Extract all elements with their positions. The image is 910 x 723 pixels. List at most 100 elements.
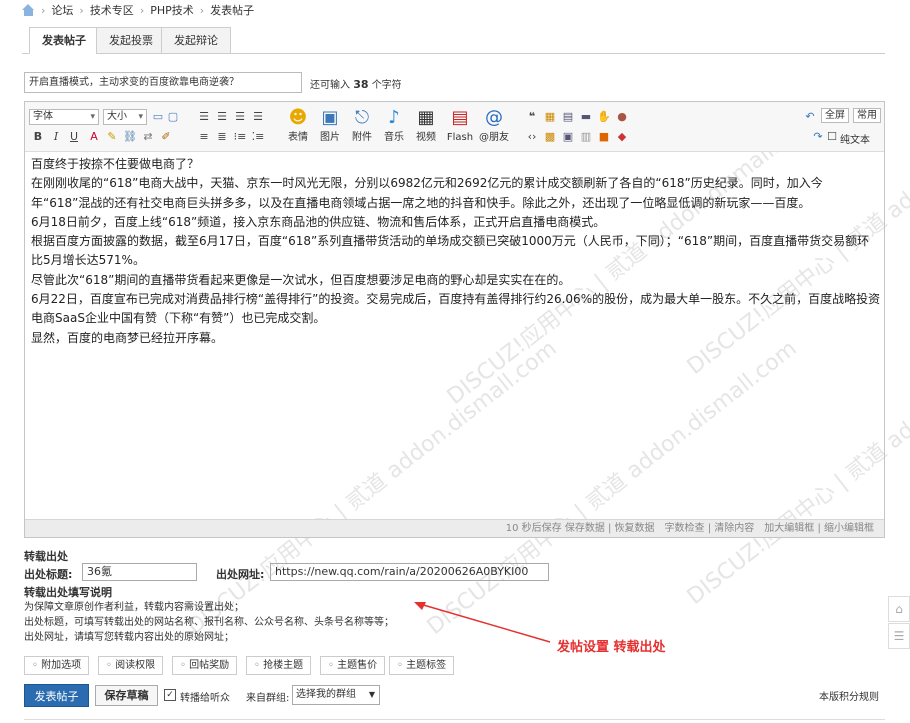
source-help-line: 出处网址，请填写您转载内容出处的原始网址；: [24, 632, 234, 643]
at-icon: @: [485, 107, 503, 128]
annotation-arrow: [414, 602, 551, 643]
video-icon: ▦: [417, 107, 435, 128]
source-heading: 转载出处: [24, 550, 68, 563]
list-icon[interactable]: ☰: [888, 623, 910, 649]
list-outdent-icon[interactable]: ≣: [215, 130, 229, 143]
index-icon[interactable]: ▥: [579, 130, 593, 143]
undo-icon[interactable]: ↶: [803, 110, 817, 123]
image-icon: ▣: [321, 107, 339, 128]
music-icon: ♪: [388, 107, 400, 128]
image-button[interactable]: ▣ 图片: [315, 106, 345, 144]
unordered-list-icon[interactable]: ⁚≡: [251, 130, 265, 143]
option-extra[interactable]: 附加选项: [24, 656, 90, 675]
breadcrumb-php[interactable]: PHP技术: [150, 2, 194, 18]
clear-format-icon[interactable]: ✐: [159, 130, 173, 143]
save-draft-button[interactable]: 保存草稿: [95, 685, 158, 706]
bold-icon[interactable]: B: [31, 130, 45, 143]
source-url-label: 出处网址:: [216, 568, 265, 581]
ordered-list-icon[interactable]: ⁝≡: [233, 130, 247, 143]
table-icon[interactable]: ▤: [561, 110, 575, 123]
title-input[interactable]: 开启直播模式，主动求变的百度欲靠电商逆袭？: [24, 72, 302, 93]
size-select[interactable]: 大小: [103, 109, 147, 125]
float-icon[interactable]: ◆: [615, 130, 629, 143]
emoji-button[interactable]: ☻ 表情: [283, 106, 313, 144]
option-reply-reward[interactable]: 回帖奖励: [172, 656, 238, 675]
back-color-icon[interactable]: ▢: [166, 110, 180, 123]
rules-link[interactable]: 本版积分规则: [819, 688, 879, 703]
paperclip-icon: ⎋: [354, 107, 370, 128]
notify-checkbox[interactable]: ✓: [164, 689, 176, 701]
brush-icon[interactable]: ✎: [105, 130, 119, 143]
content-paragraph: 6月22日，百度宣布已完成对消费品排行榜“盖得排行”的投资。交易完成后，百度持有…: [31, 292, 881, 326]
plain-text-label: 纯文本: [840, 135, 870, 146]
align-center-icon[interactable]: ☰: [215, 110, 229, 123]
password-icon[interactable]: ▩: [543, 130, 557, 143]
font-select[interactable]: 字体: [29, 109, 99, 125]
fullscreen-button[interactable]: 全屏: [821, 108, 849, 123]
editor: 字体 大小 ▭ ▢ ☰ ☰ ☰ ☰ B I U A ✎ ⛓ ⇄ ✐ ≡ ≣ ⁝≡…: [24, 101, 885, 538]
music-button[interactable]: ♪ 音乐: [379, 106, 409, 144]
flash-button[interactable]: ▤ Flash: [445, 106, 475, 144]
hide-icon[interactable]: ●: [615, 110, 629, 123]
content-paragraph: 尽管此次“618”期间的直播带货看起来更像是一次试水，但百度想要涉足电商的野心却…: [31, 272, 571, 287]
char-count: 还可输入 38 个字符: [310, 78, 402, 91]
hr-icon[interactable]: ▬: [579, 110, 593, 123]
tab-poll[interactable]: 发起投票: [96, 27, 166, 54]
editor-toolbar: 字体 大小 ▭ ▢ ☰ ☰ ☰ ☰ B I U A ✎ ⛓ ⇄ ✐ ≡ ≣ ⁝≡…: [25, 102, 884, 152]
tab-post[interactable]: 发表帖子: [29, 27, 99, 54]
text-color-icon[interactable]: A: [87, 130, 101, 143]
align-left-icon[interactable]: ☰: [197, 110, 211, 123]
editor-status-bar[interactable]: 10 秒后保存 保存数据 | 恢复数据 字数检查 | 清除内容 加大编辑框 | …: [25, 519, 884, 537]
post-type-tabs: 发表帖子 发起投票 发起辩论: [22, 27, 885, 54]
source-help-heading: 转载出处填写说明: [24, 586, 112, 599]
redo-icon[interactable]: ↷: [811, 130, 825, 143]
align-justify-icon[interactable]: ☰: [251, 110, 265, 123]
breadcrumb-forum[interactable]: 论坛: [51, 2, 73, 18]
unlink-icon[interactable]: ⇄: [141, 130, 155, 143]
content-paragraph: 百度终于按捺不住要做电商了？: [31, 157, 200, 171]
common-button[interactable]: 常用: [853, 108, 881, 123]
quote-icon[interactable]: ❝: [525, 110, 539, 123]
submit-button[interactable]: 发表帖子: [24, 684, 89, 707]
option-read-perm[interactable]: 阅读权限: [98, 656, 164, 675]
link-icon[interactable]: ⛓: [123, 130, 137, 143]
content-paragraph: 6月18日前夕，百度上线“618”频道，接入京东商品池的供应链、物流和售后体系，…: [31, 214, 606, 229]
free-icon[interactable]: ✋: [597, 110, 611, 123]
option-price[interactable]: 主题售价: [320, 656, 386, 675]
editor-content[interactable]: 百度终于按捺不住要做电商了？ 在刚刚收尾的“618”电商大战中，天猫、京东一时风…: [31, 155, 881, 348]
page-icon[interactable]: ▣: [561, 130, 575, 143]
source-title-input[interactable]: 36氪: [82, 563, 197, 581]
breadcrumb-tech[interactable]: 技术专区: [90, 2, 134, 18]
list-indent-icon[interactable]: ≡: [197, 130, 211, 143]
notify-label: 转播给听众: [180, 693, 230, 704]
bg-icon[interactable]: ■: [597, 130, 611, 143]
mention-button[interactable]: @ @朋友: [479, 106, 509, 144]
attachment-button[interactable]: ⎋ 附件: [347, 106, 377, 144]
back-to-top-icon[interactable]: ⌂: [888, 596, 910, 622]
plain-text-checkbox[interactable]: ☐: [825, 130, 839, 143]
divider: [24, 719, 885, 720]
group-select[interactable]: 选择我的群组: [292, 685, 380, 705]
home-icon[interactable]: [22, 4, 35, 16]
fore-color-icon[interactable]: ▭: [151, 110, 165, 123]
option-rob-floor[interactable]: 抢楼主题: [246, 656, 312, 675]
group-label: 来自群组:: [246, 693, 290, 704]
annotation-label: 发帖设置 转载出处: [557, 640, 666, 655]
breadcrumb: › 论坛 › 技术专区 › PHP技术 › 发表帖子: [22, 2, 254, 18]
breadcrumb-current: 发表帖子: [210, 4, 255, 17]
content-paragraph: 显然，百度的电商梦已经拉开序幕。: [31, 330, 224, 345]
italic-icon[interactable]: I: [49, 130, 63, 143]
flash-icon: ▤: [451, 107, 469, 128]
underline-icon[interactable]: U: [67, 130, 81, 143]
option-tags[interactable]: 主题标签: [389, 656, 455, 675]
source-url-input[interactable]: https://new.qq.com/rain/a/20200626A0BYKI…: [270, 563, 549, 581]
align-right-icon[interactable]: ☰: [233, 110, 247, 123]
code-icon[interactable]: ‹›: [525, 130, 539, 143]
tab-debate[interactable]: 发起辩论: [161, 27, 231, 54]
emoji-icon: ☻: [288, 107, 308, 128]
video-button[interactable]: ▦ 视频: [411, 106, 441, 144]
lock-icon[interactable]: ▦: [543, 110, 557, 123]
content-paragraph: 在刚刚收尾的“618”电商大战中，天猫、京东一时风光无限，分别以6982亿元和2…: [31, 176, 823, 210]
source-help-line: 出处标题，可填写转载出处的网站名称、报刊名称、公众号名称、头条号名称等等；: [24, 617, 394, 628]
source-help-line: 为保障文章原创作者利益，转载内容需设置出处；: [24, 602, 244, 613]
